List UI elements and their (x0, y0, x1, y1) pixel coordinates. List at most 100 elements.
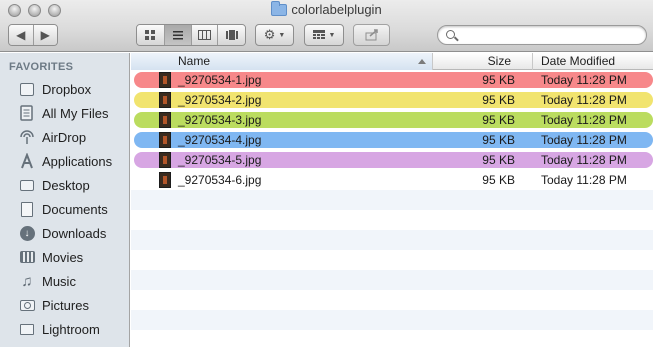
sidebar-section-favorites: FAVORITES (9, 61, 74, 73)
icon-view-icon (145, 30, 156, 40)
pictures-icon (18, 296, 36, 314)
sidebar-item-downloads[interactable]: ↓ Downloads (0, 221, 129, 245)
file-size: 95 KB (482, 153, 515, 167)
sidebar-item-label: Movies (42, 249, 84, 265)
movies-icon (18, 248, 36, 266)
window-title-bar: colorlabelplugin (0, 0, 653, 20)
empty-row (131, 270, 653, 290)
view-mode-control (136, 24, 246, 46)
coverflow-view-icon (225, 30, 238, 40)
file-name: _9270534-5.jpg (178, 153, 262, 167)
jpeg-file-icon (159, 92, 171, 108)
list-view-icon (172, 31, 183, 40)
sidebar-item-label: Music (42, 273, 76, 289)
sidebar-item-airdrop[interactable]: AirDrop (0, 125, 129, 149)
sidebar-item-desktop[interactable]: Desktop (0, 173, 129, 197)
sidebar-item-all-my-files[interactable]: All My Files (0, 101, 129, 125)
file-row[interactable]: _9270534-2.jpg 95 KB Today 11:28 PM (131, 90, 653, 110)
file-list: Name Size Date Modified _9270534-1.jpg 9… (131, 53, 653, 347)
file-row[interactable]: _9270534-5.jpg 95 KB Today 11:28 PM (131, 150, 653, 170)
sidebar-item-label: Desktop (42, 177, 90, 193)
file-rows: _9270534-1.jpg 95 KB Today 11:28 PM _927… (131, 70, 653, 347)
column-header-size[interactable]: Size (433, 53, 533, 70)
folder-icon (271, 0, 288, 16)
arrange-menu-button[interactable]: ▼ (304, 24, 344, 46)
search-field[interactable] (437, 25, 647, 45)
sidebar-item-documents[interactable]: Documents (0, 197, 129, 221)
sidebar-item-dropbox[interactable]: Dropbox (0, 77, 129, 101)
folder-icon (18, 320, 36, 338)
file-size: 95 KB (482, 133, 515, 147)
sidebar-item-pictures[interactable]: Pictures (0, 293, 129, 317)
chevron-down-icon: ▼ (278, 31, 286, 39)
empty-row (131, 330, 653, 347)
forward-button[interactable]: ▶ (33, 25, 57, 45)
file-size: 95 KB (482, 93, 515, 107)
gear-icon: ⚙ (263, 27, 276, 42)
jpeg-file-icon (159, 152, 171, 168)
window-title: colorlabelplugin (291, 2, 382, 17)
dropbox-box-icon (18, 80, 36, 98)
share-icon (365, 29, 378, 41)
file-row[interactable]: _9270534-4.jpg 95 KB Today 11:28 PM (131, 130, 653, 150)
file-size: 95 KB (482, 73, 515, 87)
file-name: _9270534-3.jpg (178, 113, 262, 127)
back-arrow-icon: ◀ (16, 28, 26, 42)
empty-row (131, 310, 653, 330)
empty-row (131, 210, 653, 230)
sidebar-item-label: Downloads (42, 225, 107, 241)
file-date-modified: Today 11:28 PM (541, 133, 627, 147)
empty-row (131, 230, 653, 250)
share-button[interactable] (353, 24, 390, 46)
all-my-files-icon (18, 104, 36, 122)
coverflow-view-button[interactable] (218, 25, 245, 45)
jpeg-file-icon (159, 172, 171, 188)
list-view-button[interactable] (164, 25, 192, 45)
column-header-date-modified[interactable]: Date Modified (533, 53, 653, 70)
sidebar: FAVORITES Dropbox All My Files AirDrop A… (0, 53, 130, 347)
sidebar-item-music[interactable]: ♫ Music (0, 269, 129, 293)
file-size: 95 KB (482, 113, 515, 127)
file-name: _9270534-6.jpg (178, 173, 262, 187)
search-input[interactable] (460, 27, 640, 43)
music-icon: ♫ (21, 272, 33, 290)
action-menu-button[interactable]: ⚙ ▼ (255, 24, 294, 46)
back-button[interactable]: ◀ (9, 25, 34, 45)
sidebar-item-applications[interactable]: Applications (0, 149, 129, 173)
icon-view-button[interactable] (137, 25, 165, 45)
chevron-down-icon: ▼ (328, 31, 336, 39)
column-header-row: Name Size Date Modified (131, 53, 653, 70)
column-view-button[interactable] (191, 25, 219, 45)
arrange-grid-icon (312, 30, 325, 39)
sort-ascending-icon (418, 59, 426, 64)
sidebar-item-lightroom[interactable]: Lightroom (0, 317, 129, 341)
column-header-size-label: Size (487, 54, 511, 68)
empty-row (131, 290, 653, 310)
file-name: _9270534-4.jpg (178, 133, 262, 147)
sidebar-item-label: Lightroom (42, 321, 100, 337)
file-row[interactable]: _9270534-6.jpg 95 KB Today 11:28 PM (131, 170, 653, 190)
forward-arrow-icon: ▶ (40, 28, 50, 42)
column-header-name-label: Name (178, 54, 211, 68)
file-date-modified: Today 11:28 PM (541, 93, 627, 107)
sidebar-item-label: Applications (42, 153, 113, 169)
sidebar-item-label: AirDrop (42, 129, 87, 145)
column-header-name[interactable]: Name (131, 53, 433, 70)
file-row[interactable]: _9270534-3.jpg 95 KB Today 11:28 PM (131, 110, 653, 130)
documents-icon (18, 200, 36, 218)
search-icon (446, 30, 455, 39)
file-date-modified: Today 11:28 PM (541, 173, 627, 187)
column-header-date-label: Date Modified (541, 54, 616, 68)
back-forward-control: ◀ ▶ (8, 24, 58, 46)
sidebar-item-movies[interactable]: Movies (0, 245, 129, 269)
file-row[interactable]: _9270534-1.jpg 95 KB Today 11:28 PM (131, 70, 653, 90)
sidebar-item-label: Dropbox (42, 81, 92, 97)
sidebar-item-label: All My Files (42, 105, 109, 121)
window-toolbar: colorlabelplugin ◀ ▶ ⚙ ▼ ▼ (0, 0, 653, 52)
file-name: _9270534-1.jpg (178, 73, 262, 87)
sidebar-item-label: Pictures (42, 297, 89, 313)
airdrop-icon (18, 128, 36, 146)
downloads-icon: ↓ (18, 224, 36, 242)
applications-icon (18, 152, 36, 170)
file-date-modified: Today 11:28 PM (541, 73, 627, 87)
